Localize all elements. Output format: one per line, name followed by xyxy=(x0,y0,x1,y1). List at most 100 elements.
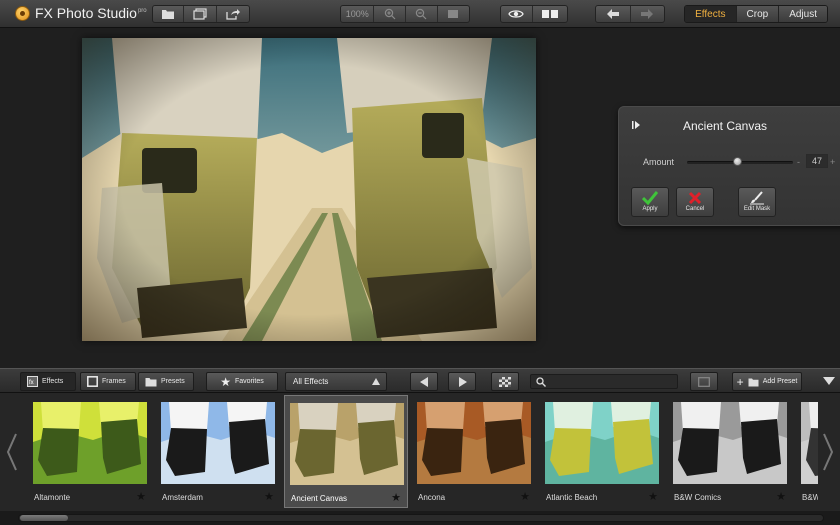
effect-thumbnail[interactable]: Altamonte ★ xyxy=(28,395,152,508)
gallery-button[interactable] xyxy=(184,6,217,22)
eye-icon xyxy=(508,10,524,18)
effect-name: Ancona xyxy=(418,493,446,502)
amount-value-field[interactable]: 47 xyxy=(806,154,828,168)
folder-icon xyxy=(145,378,157,387)
share-icon xyxy=(226,9,240,20)
effect-preview-image xyxy=(33,402,147,484)
tab-effects[interactable]: Effects xyxy=(685,6,737,22)
scrollbar-track[interactable] xyxy=(18,514,824,522)
app-title: FX Photo Studiopro xyxy=(35,5,147,21)
cross-icon xyxy=(688,191,702,205)
effect-thumbnail[interactable]: Ancient Canvas ★ xyxy=(284,395,408,508)
effect-name: Altamonte xyxy=(34,493,71,502)
app-logo-icon xyxy=(15,6,30,21)
zoom-out-icon xyxy=(416,8,427,20)
effect-name: Atlantic Beach xyxy=(546,493,598,502)
tab-effects-library[interactable]: fx Effects xyxy=(20,372,76,391)
fit-icon xyxy=(448,10,459,18)
view-button-group xyxy=(500,5,568,23)
favorite-star-icon[interactable]: ★ xyxy=(264,492,274,503)
edited-photo xyxy=(82,38,536,341)
scroll-right-button[interactable] xyxy=(816,393,840,511)
effect-title: Ancient Canvas xyxy=(682,119,768,133)
favorites-button[interactable]: ★ Favorites xyxy=(206,372,278,391)
effect-settings-panel: Ancient Canvas Amount - 47 + Apply Cance… xyxy=(618,106,840,226)
apply-button[interactable]: Apply xyxy=(631,187,669,217)
effect-thumbnail[interactable]: B&W★ xyxy=(796,395,818,508)
undo-button[interactable] xyxy=(596,6,631,22)
svg-text:fx: fx xyxy=(29,380,34,386)
redo-button[interactable] xyxy=(631,6,665,22)
effects-filmstrip: Altamonte ★ Amsterdam ★ Ancient Canvas ★ Ancon… xyxy=(0,393,840,511)
redo-icon xyxy=(641,9,654,19)
mode-tabs: Effects Crop Adjust xyxy=(684,5,828,23)
amount-slider-thumb[interactable] xyxy=(732,157,742,166)
favorite-star-icon[interactable]: ★ xyxy=(648,492,658,503)
tab-presets[interactable]: Presets xyxy=(138,372,194,391)
scrollbar-thumb[interactable] xyxy=(20,515,68,521)
compare-icon xyxy=(541,10,558,18)
plus-icon: + xyxy=(736,374,744,389)
favorite-star-icon[interactable]: ★ xyxy=(136,492,146,503)
gallery-icon xyxy=(193,8,207,20)
search-icon xyxy=(536,376,546,387)
compare-button[interactable] xyxy=(533,6,567,22)
frame-icon xyxy=(87,376,98,387)
previous-effect-button[interactable] xyxy=(410,372,438,391)
share-button[interactable] xyxy=(217,6,249,22)
effect-thumbnail[interactable]: B&W Comics ★ xyxy=(668,395,792,508)
scroll-left-button[interactable] xyxy=(0,393,24,511)
photo-canvas[interactable] xyxy=(82,38,536,341)
dropdown-arrow-icon xyxy=(372,378,380,385)
effect-thumbnails: Altamonte ★ Amsterdam ★ Ancient Canvas ★ Ancon… xyxy=(24,393,818,511)
favorite-star-icon[interactable]: ★ xyxy=(776,492,786,503)
search-input[interactable] xyxy=(550,377,670,386)
effect-preview-image xyxy=(161,402,275,484)
preview-button[interactable] xyxy=(501,6,533,22)
fit-button[interactable] xyxy=(438,6,469,22)
history-button-group xyxy=(595,5,665,23)
tab-adjust[interactable]: Adjust xyxy=(779,6,827,22)
open-icon xyxy=(162,10,175,19)
effect-thumbnail[interactable]: Ancona ★ xyxy=(412,395,536,508)
checkmark-icon xyxy=(642,191,658,205)
zoom-button-group: 100% xyxy=(340,5,470,23)
amount-minus: - xyxy=(797,157,800,167)
zoom-out-button[interactable] xyxy=(406,6,438,22)
star-icon: ★ xyxy=(220,374,231,389)
next-effect-button[interactable] xyxy=(448,372,476,391)
cancel-button[interactable]: Cancel xyxy=(676,187,714,217)
add-preset-button[interactable]: + Add Preset xyxy=(732,372,802,391)
brush-icon xyxy=(750,191,764,205)
square-icon xyxy=(698,376,710,387)
chevron-left-icon xyxy=(6,433,17,471)
chevron-right-icon xyxy=(823,433,834,471)
edit-mask-button[interactable]: Edit Mask xyxy=(738,187,776,217)
effect-name: Amsterdam xyxy=(162,493,203,502)
zoom-in-icon xyxy=(384,8,396,20)
effect-name: Ancient Canvas xyxy=(291,494,348,503)
collapse-browser-icon[interactable] xyxy=(823,377,835,385)
zoom-in-button[interactable] xyxy=(374,6,406,22)
effect-preview-image xyxy=(545,402,659,484)
favorite-star-icon[interactable]: ★ xyxy=(391,493,401,504)
zoom-level[interactable]: 100% xyxy=(341,6,375,22)
effect-category-select[interactable]: All Effects xyxy=(285,372,387,391)
checkerboard-icon xyxy=(499,376,511,387)
effect-thumbnail[interactable]: Atlantic Beach ★ xyxy=(540,395,664,508)
filmstrip-scrollbar[interactable] xyxy=(0,511,840,525)
favorite-star-icon[interactable]: ★ xyxy=(520,492,530,503)
tab-crop[interactable]: Crop xyxy=(736,6,780,22)
effect-thumbnail[interactable]: Amsterdam ★ xyxy=(156,395,280,508)
amount-label: Amount xyxy=(643,157,675,167)
folder-icon xyxy=(748,378,759,386)
undo-icon xyxy=(606,9,619,19)
amount-plus: + xyxy=(830,157,836,167)
view-toggle-button[interactable] xyxy=(690,372,718,391)
tab-frames[interactable]: Frames xyxy=(80,372,136,391)
effect-preview-image xyxy=(290,403,404,485)
effect-search-field[interactable] xyxy=(530,374,678,389)
effect-preview-image xyxy=(673,402,787,484)
random-effect-button[interactable] xyxy=(491,372,519,391)
open-button[interactable] xyxy=(153,6,185,22)
